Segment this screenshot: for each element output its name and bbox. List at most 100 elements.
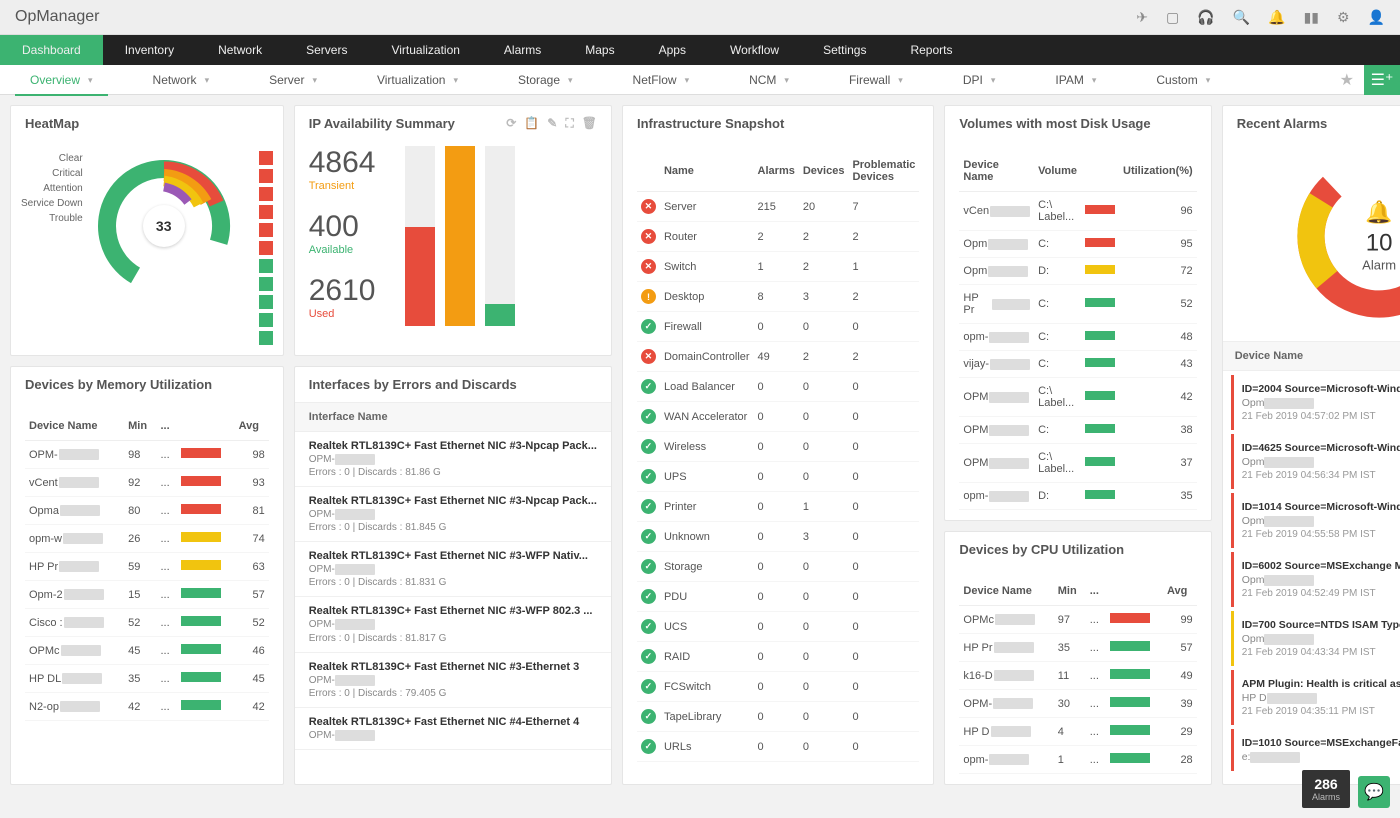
volume-row[interactable]: HP PrC:52 — [959, 285, 1196, 324]
infra-row[interactable]: ✓Wireless000 — [637, 432, 919, 462]
interface-row[interactable]: Realtek RTL8139C+ Fast Ethernet NIC #3-W… — [295, 597, 611, 652]
volume-row[interactable]: OPMC:\ Label...37 — [959, 444, 1196, 483]
nav-reports[interactable]: Reports — [888, 35, 974, 65]
delete-icon[interactable]: 🗑 — [582, 116, 597, 131]
interface-row[interactable]: Realtek RTL8139C+ Fast Ethernet NIC #3-E… — [295, 653, 611, 708]
infra-row[interactable]: ✓Storage000 — [637, 552, 919, 582]
interface-row[interactable]: Realtek RTL8139C+ Fast Ethernet NIC #3-N… — [295, 487, 611, 542]
nav-servers[interactable]: Servers — [284, 35, 369, 65]
interface-row[interactable]: Realtek RTL8139C+ Fast Ethernet NIC #3-W… — [295, 542, 611, 597]
cpu-row[interactable]: OPM-30...39 — [959, 690, 1196, 718]
nav-apps[interactable]: Apps — [637, 35, 708, 65]
nav-dashboard[interactable]: Dashboard — [0, 35, 103, 65]
infra-row[interactable]: ✓TapeLibrary000 — [637, 702, 919, 732]
infra-row[interactable]: ✕Switch121 — [637, 252, 919, 282]
infra-row[interactable]: ✓Printer010 — [637, 492, 919, 522]
infra-row[interactable]: ✕DomainController4922 — [637, 342, 919, 372]
volume-row[interactable]: OpmD:72 — [959, 258, 1196, 285]
alarm-row[interactable]: ID=1010 Source=MSExchangeFastSe: — [1231, 729, 1400, 771]
clipboard-icon[interactable]: 📋 — [524, 116, 539, 131]
user-icon[interactable]: 👤 — [1368, 9, 1385, 26]
infra-row[interactable]: ✓Unknown030 — [637, 522, 919, 552]
search-icon[interactable]: 🔍 — [1233, 9, 1250, 26]
tab-server[interactable]: Server▾ — [239, 65, 347, 95]
add-widget-button[interactable]: ☰⁺ — [1364, 65, 1400, 95]
alarm-row[interactable]: ID=6002 Source=MSExchange Mid-Tier Stora… — [1231, 552, 1400, 607]
memory-row[interactable]: Cisco :52...52 — [25, 609, 269, 637]
tab-storage[interactable]: Storage▾ — [488, 65, 603, 95]
memory-row[interactable]: vCent92...93 — [25, 469, 269, 497]
infra-row[interactable]: ✓FCSwitch000 — [637, 672, 919, 702]
memory-row[interactable]: opm-w26...74 — [25, 525, 269, 553]
cpu-row[interactable]: HP D4...29 — [959, 718, 1196, 746]
quick-launch-icon[interactable]: ✈ — [1136, 9, 1148, 26]
alarm-row[interactable]: APM Plugin: Health is critical as the re… — [1231, 670, 1400, 725]
bell-icon[interactable]: 🔔 — [1268, 9, 1285, 26]
interface-row[interactable]: Realtek RTL8139C+ Fast Ethernet NIC #3-N… — [295, 432, 611, 487]
volume-row[interactable]: OpmC:95 — [959, 231, 1196, 258]
infra-row[interactable]: ✓RAID000 — [637, 642, 919, 672]
cpu-row[interactable]: k16-D11...49 — [959, 662, 1196, 690]
memory-row[interactable]: N2-op42...42 — [25, 693, 269, 721]
chat-button[interactable]: 💬 — [1358, 776, 1390, 808]
alarm-row[interactable]: ID=1014 Source=Microsoft-Windows-DNS-Cli… — [1231, 493, 1400, 548]
nav-workflow[interactable]: Workflow — [708, 35, 801, 65]
infra-row[interactable]: ✕Router222 — [637, 222, 919, 252]
infra-row[interactable]: ✓URLs000 — [637, 732, 919, 762]
chevron-down-icon: ▾ — [1092, 65, 1097, 95]
tab-custom[interactable]: Custom▾ — [1126, 65, 1240, 95]
battery-icon[interactable]: ▮▮ — [1304, 9, 1319, 26]
tab-network[interactable]: Network▾ — [123, 65, 240, 95]
infra-row[interactable]: ✓PDU000 — [637, 582, 919, 612]
alarm-row[interactable]: ID=700 Source=NTDS ISAM Type=3 Message=N… — [1231, 611, 1400, 666]
alarm-row[interactable]: ID=4625 Source=Microsoft-Windows-Securit… — [1231, 434, 1400, 489]
volume-row[interactable]: opm-C:48 — [959, 324, 1196, 351]
volume-row[interactable]: vCenC:\ Label...96 — [959, 192, 1196, 231]
infra-row[interactable]: ✓UCS000 — [637, 612, 919, 642]
edit-icon[interactable]: ✎ — [547, 116, 557, 131]
refresh-icon[interactable]: ⟳ — [506, 116, 516, 131]
cpu-row[interactable]: HP Pr35...57 — [959, 634, 1196, 662]
memory-row[interactable]: OPM-98...98 — [25, 441, 269, 469]
tab-overview[interactable]: Overview▾ — [0, 65, 123, 95]
tab-ipam[interactable]: IPAM▾ — [1025, 65, 1126, 95]
infra-row[interactable]: ✓WAN Accelerator000 — [637, 402, 919, 432]
infra-row[interactable]: ✓Load Balancer000 — [637, 372, 919, 402]
nav-inventory[interactable]: Inventory — [103, 35, 196, 65]
monitor-icon[interactable]: ▢ — [1166, 9, 1179, 26]
memory-row[interactable]: OPMc45...46 — [25, 637, 269, 665]
tab-netflow[interactable]: NetFlow▾ — [603, 65, 720, 95]
alarm-counter-badge[interactable]: 286 Alarms — [1302, 770, 1350, 808]
nav-network[interactable]: Network — [196, 35, 284, 65]
memory-row[interactable]: Opma80...81 — [25, 497, 269, 525]
nav-maps[interactable]: Maps — [563, 35, 636, 65]
expand-icon[interactable]: ⛶ — [565, 116, 573, 131]
tab-firewall[interactable]: Firewall▾ — [819, 65, 933, 95]
alarm-row[interactable]: ID=2004 Source=Microsoft-Windows-Resourc… — [1231, 375, 1400, 430]
headset-icon[interactable]: 🎧 — [1197, 9, 1214, 26]
nav-settings[interactable]: Settings — [801, 35, 888, 65]
nav-virtualization[interactable]: Virtualization — [369, 35, 481, 65]
volume-row[interactable]: OPMC:\ Label...42 — [959, 378, 1196, 417]
memory-row[interactable]: Opm-215...57 — [25, 581, 269, 609]
chevron-down-icon: ▾ — [685, 65, 690, 95]
memory-row[interactable]: HP DL35...45 — [25, 665, 269, 693]
memory-row[interactable]: HP Pr59...63 — [25, 553, 269, 581]
volume-row[interactable]: OPMC:38 — [959, 417, 1196, 444]
cpu-row[interactable]: opm-1...28 — [959, 746, 1196, 774]
volume-row[interactable]: vijay-C:43 — [959, 351, 1196, 378]
cpu-row[interactable]: OPMc97...99 — [959, 606, 1196, 634]
gear-icon[interactable]: ⚙ — [1337, 9, 1350, 26]
tab-dpi[interactable]: DPI▾ — [933, 65, 1026, 95]
nav-alarms[interactable]: Alarms — [482, 35, 563, 65]
infra-row[interactable]: ✓UPS000 — [637, 462, 919, 492]
infra-row[interactable]: ✕Server215207 — [637, 192, 919, 222]
favorite-icon[interactable]: ★ — [1330, 70, 1364, 90]
interface-row[interactable]: Realtek RTL8139C+ Fast Ethernet NIC #4-E… — [295, 708, 611, 750]
tab-ncm[interactable]: NCM▾ — [719, 65, 819, 95]
infra-row[interactable]: ✓Firewall000 — [637, 312, 919, 342]
volume-row[interactable]: opm-D:35 — [959, 483, 1196, 510]
infra-row[interactable]: !Desktop832 — [637, 282, 919, 312]
status-icon: ✓ — [641, 439, 656, 454]
tab-virtualization[interactable]: Virtualization▾ — [347, 65, 488, 95]
